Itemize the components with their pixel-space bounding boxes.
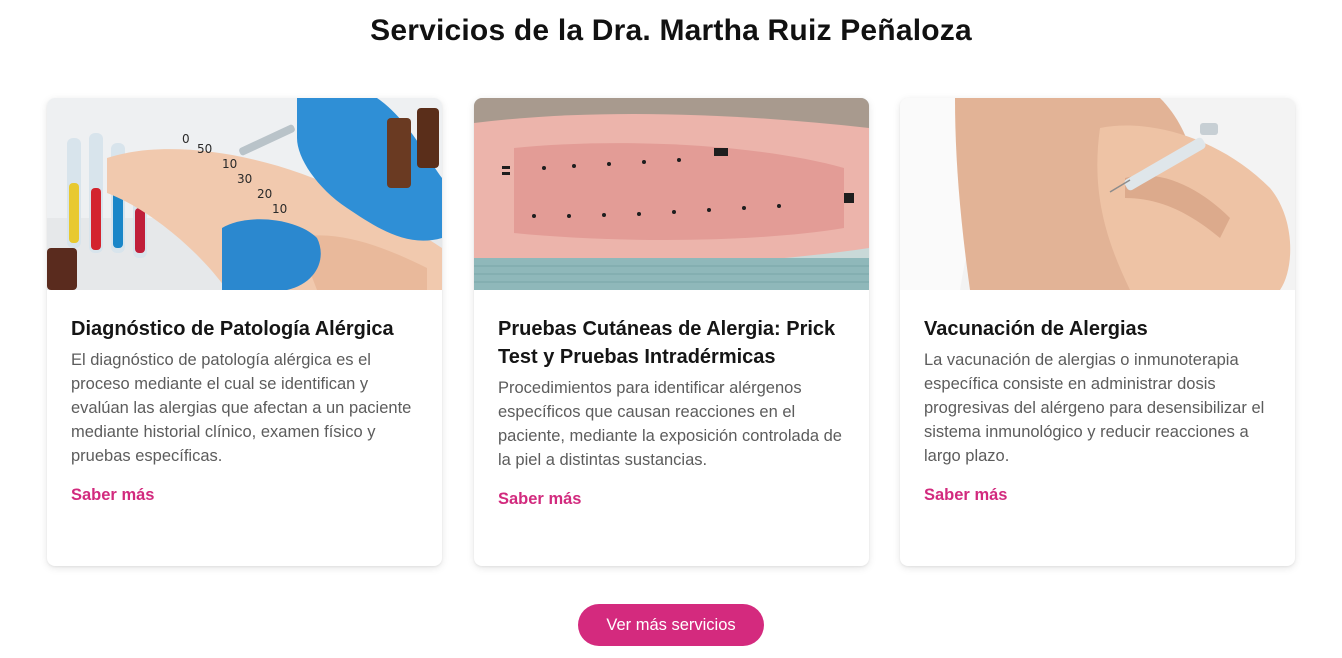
- ver-mas-servicios-button[interactable]: Ver más servicios: [578, 604, 764, 646]
- service-description: Procedimientos para identificar alérgeno…: [498, 379, 842, 469]
- saber-mas-link[interactable]: Saber más: [924, 486, 1007, 505]
- service-description: El diagnóstico de patología alérgica es …: [71, 351, 412, 465]
- injection-arm-image: [900, 98, 1295, 290]
- service-title: Pruebas Cutáneas de Alergia: Prick Test …: [498, 318, 836, 368]
- service-card-pruebas-cutaneas: Pruebas Cutáneas de Alergia: Prick Test …: [474, 98, 869, 566]
- saber-mas-link[interactable]: Saber más: [498, 490, 581, 509]
- svg-text:20: 20: [257, 187, 272, 201]
- service-title: Diagnóstico de Patología Alérgica: [71, 318, 394, 340]
- svg-text:10: 10: [222, 157, 237, 171]
- page-title: Servicios de la Dra. Martha Ruiz Peñaloz…: [370, 14, 972, 47]
- svg-text:0: 0: [182, 132, 190, 146]
- saber-mas-link[interactable]: Saber más: [71, 486, 154, 505]
- prick-test-arm-image: [474, 98, 869, 290]
- service-title: Vacunación de Alergias: [924, 318, 1148, 340]
- service-description: La vacunación de alergias o inmunoterapi…: [924, 351, 1265, 465]
- service-card-diagnostico: 0 50 10 30 20 10 Diagnóstico de Patología A…: [47, 98, 442, 566]
- service-card-vacunacion: Vacunación de Alergias La vacunación de …: [900, 98, 1295, 566]
- svg-text:50: 50: [197, 142, 212, 156]
- svg-text:30: 30: [237, 172, 252, 186]
- svg-text:10: 10: [272, 202, 287, 216]
- skin-test-arm-image: 050 1030 2010: [47, 98, 442, 290]
- services-grid: 0 50 10 30 20 10 Diagnóstico de Patología A…: [47, 98, 1295, 566]
